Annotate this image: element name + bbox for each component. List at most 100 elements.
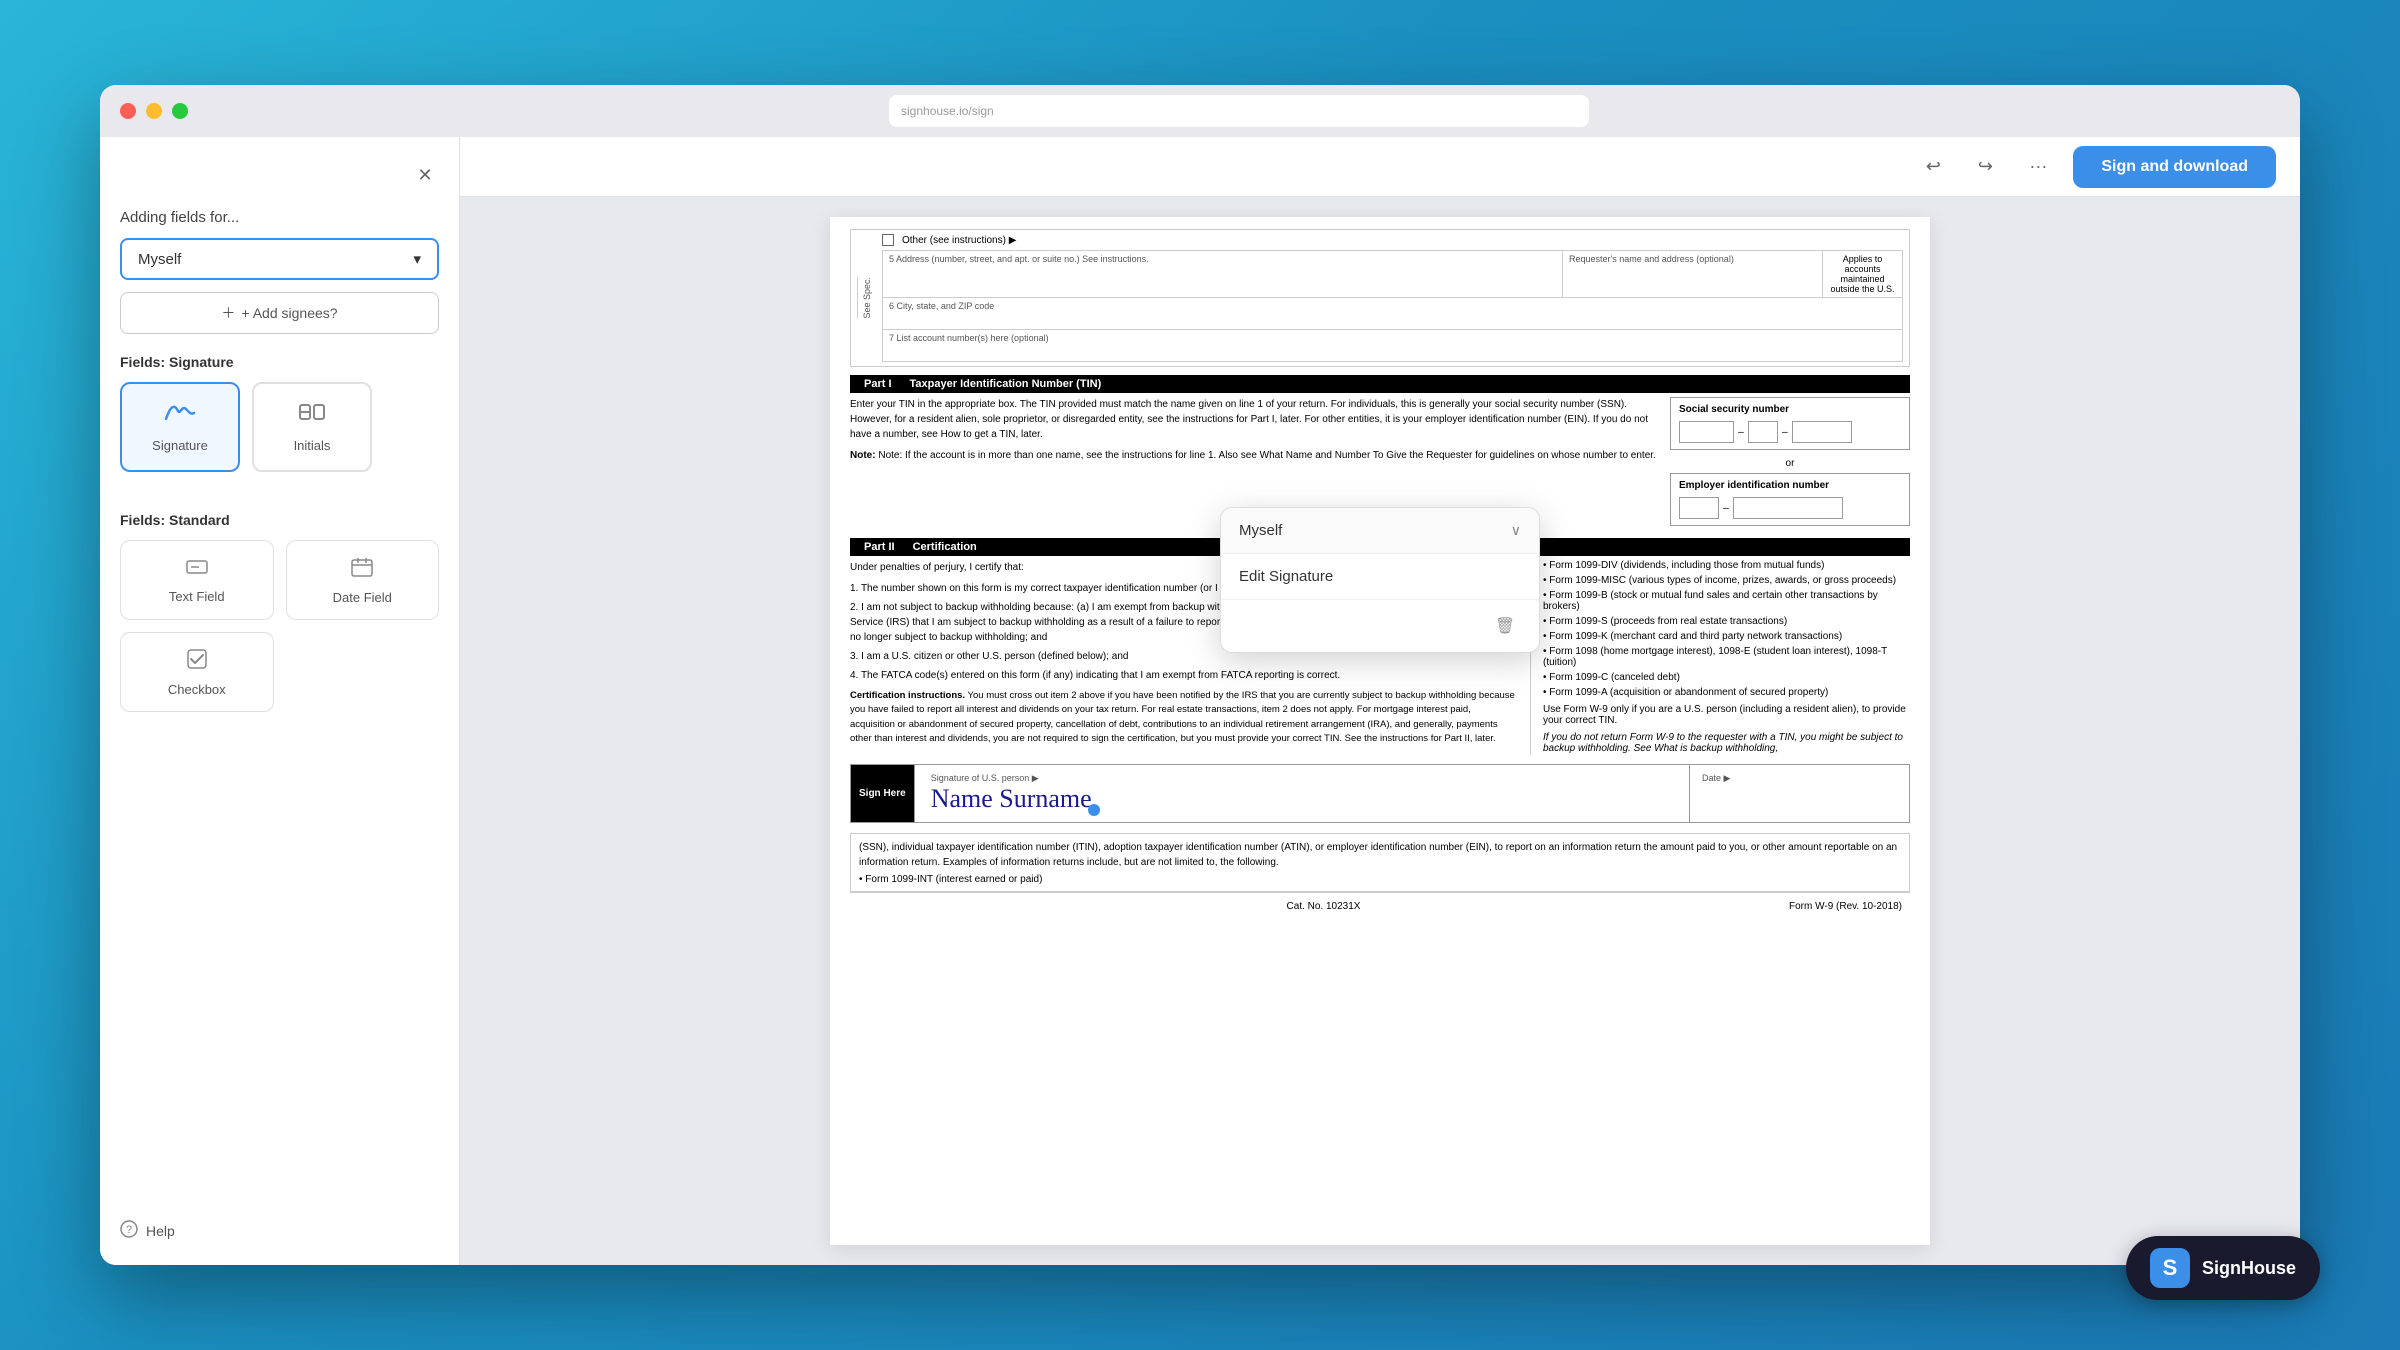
city-label: 6 City, state, and ZIP code: [889, 301, 994, 311]
part1-title: Taxpayer Identification Number (TIN): [910, 378, 1102, 390]
other-label: Other (see instructions) ▶: [902, 235, 1016, 246]
right-item-8: Use Form W-9 only if you are a U.S. pers…: [1543, 704, 1910, 726]
edit-signature-item[interactable]: Edit Signature: [1221, 554, 1539, 600]
dropdown-signee-value: Myself: [1239, 522, 1282, 539]
right-item-9: If you do not return Form W-9 to the req…: [1543, 732, 1910, 754]
sign-here-section: Sign Here Signature of U.S. person ▶ Nam…: [850, 764, 1910, 823]
adding-fields-label: Adding fields for...: [120, 209, 439, 226]
svg-text:?: ?: [126, 1224, 132, 1236]
signhouse-name: SignHouse: [2202, 1258, 2296, 1279]
ssn-label: Social security number: [1679, 404, 1901, 415]
adding-fields-section: Adding fields for... Myself ▾ ＋ + Add si…: [120, 209, 439, 334]
checkbox-label: Checkbox: [168, 682, 226, 697]
add-signees-button[interactable]: ＋ + Add signees?: [120, 292, 439, 334]
right-item-1: • Form 1099-MISC (various types of incom…: [1543, 575, 1910, 586]
signature-icon: [164, 401, 196, 430]
ssn-fields: – –: [1679, 421, 1901, 443]
ssn-field2: [1748, 421, 1778, 443]
more-options-button[interactable]: ···: [2019, 150, 2057, 183]
dropdown-popup-header: Myself ∨: [1221, 508, 1539, 554]
part2-title: Certification: [913, 541, 977, 553]
signature-field-button[interactable]: Signature: [120, 382, 240, 472]
sidebar-close-area: ✕: [120, 161, 439, 189]
date-field-label: Date Field: [333, 590, 392, 605]
undo-button[interactable]: ↩: [1915, 149, 1951, 185]
date-field-button[interactable]: Date Field: [286, 540, 440, 620]
ssn-dash1: –: [1738, 426, 1744, 438]
sign-download-button[interactable]: Sign and download: [2073, 146, 2276, 188]
ssn-field3: [1792, 421, 1852, 443]
ein-field2: [1733, 497, 1843, 519]
initials-icon: [298, 401, 326, 430]
ein-fields: –: [1679, 497, 1901, 519]
requester-label: Requester's name and address (optional): [1569, 254, 1816, 264]
signature-fields-section: Fields: Signature Signature: [120, 354, 439, 492]
right-item-0: • Form 1099-DIV (dividends, including th…: [1543, 560, 1910, 571]
help-label: Help: [146, 1223, 175, 1239]
below-sign-section: (SSN), individual taxpayer identificatio…: [850, 833, 1910, 892]
date-area: Date ▶: [1689, 765, 1909, 822]
date-field-icon: [350, 556, 374, 584]
right-item-7: • Form 1099-A (acquisition or abandonmen…: [1543, 687, 1910, 698]
signature-field-label: Signature: [152, 438, 208, 453]
date-label: Date ▶: [1702, 773, 1897, 784]
checkbox-button[interactable]: Checkbox: [120, 632, 274, 712]
other-checkbox[interactable]: [882, 234, 894, 246]
traffic-maximize[interactable]: [172, 103, 188, 119]
checkbox-icon: [186, 648, 208, 676]
cert-item-4: 4. The FATCA code(s) entered on this for…: [850, 668, 1518, 683]
catalog-no: Cat. No. 10231X: [1287, 901, 1361, 912]
note-bold: Note:: [850, 450, 876, 461]
catalog-line: Cat. No. 10231X Form W-9 (Rev. 10-2018): [850, 892, 1910, 920]
sidebar: ✕ Adding fields for... Myself ▾ ＋ + Add …: [100, 137, 460, 1265]
standard-fields-section: Fields: Standard Text Field: [120, 512, 439, 712]
right-item-6: • Form 1099-C (canceled debt): [1543, 672, 1910, 683]
delete-signature-button[interactable]: 🗑: [1489, 610, 1521, 642]
address-label: 5 Address (number, street, and apt. or s…: [889, 254, 1556, 264]
ssn-dash2: –: [1782, 426, 1788, 438]
form-name: Form W-9 (Rev. 10-2018): [1789, 901, 1902, 912]
ein-dash: –: [1723, 502, 1729, 514]
signature-section-label: Fields: Signature: [120, 354, 439, 370]
toolbar: ↩ ↪ ··· Sign and download: [460, 137, 2300, 197]
address-field: 5 Address (number, street, and apt. or s…: [882, 250, 1563, 298]
see-spec-label: See Spec.: [857, 277, 872, 319]
document-area[interactable]: See Spec. Other (see instructions) ▶ 5 A…: [460, 197, 2300, 1265]
part1-header: Part I Taxpayer Identification Number (T…: [850, 375, 1910, 393]
help-section[interactable]: ? Help: [120, 1220, 439, 1241]
traffic-close[interactable]: [120, 103, 136, 119]
ssn-section: Social security number – –: [1670, 397, 1910, 450]
document-page: See Spec. Other (see instructions) ▶ 5 A…: [830, 217, 1930, 1245]
part1-right: Social security number – –: [1670, 397, 1910, 526]
redo-button[interactable]: ↪: [1967, 149, 2003, 185]
applies-text: Applies to accounts maintained outside t…: [1823, 250, 1903, 298]
ein-section: Employer identification number –: [1670, 473, 1910, 526]
right-item-3: • Form 1099-S (proceeds from real estate…: [1543, 616, 1910, 627]
text-field-button[interactable]: Text Field: [120, 540, 274, 620]
account-field: 7 List account number(s) here (optional): [882, 330, 1903, 362]
city-field: 6 City, state, and ZIP code: [882, 298, 1903, 330]
signee-dropdown[interactable]: Myself ▾: [120, 238, 439, 280]
signature-area[interactable]: Signature of U.S. person ▶ Name Surname: [914, 765, 1689, 822]
cert-instructions: Certification instructions. You must cro…: [850, 689, 1518, 746]
traffic-minimize[interactable]: [146, 103, 162, 119]
initials-field-button[interactable]: Initials: [252, 382, 372, 472]
browser-urlbar[interactable]: signhouse.io/sign: [889, 95, 1589, 127]
browser-window: signhouse.io/sign ✕ Adding fields for...…: [100, 85, 2300, 1265]
sign-here-sub-label: Signature of U.S. person ▶: [931, 773, 1673, 784]
other-checkbox-row: Other (see instructions) ▶: [882, 234, 1903, 246]
close-sidebar-button[interactable]: ✕: [411, 161, 439, 189]
standard-section-label: Fields: Standard: [120, 512, 439, 528]
note-text: Note: Note: If the account is in more th…: [850, 448, 1658, 463]
standard-fields-group: Text Field Date Field: [120, 540, 439, 712]
part2-right: • Form 1099-DIV (dividends, including th…: [1530, 560, 1910, 754]
right-item-2: • Form 1099-B (stock or mutual fund sale…: [1543, 590, 1910, 612]
signature-handle[interactable]: [1088, 804, 1100, 816]
delete-icon: 🗑: [1495, 616, 1515, 636]
ein-field1: [1679, 497, 1719, 519]
plus-icon: ＋: [221, 303, 235, 323]
lower-left: (SSN), individual taxpayer identificatio…: [850, 833, 1910, 892]
redo-icon: ↪: [1978, 156, 1993, 177]
chevron-down-icon: ▾: [413, 250, 421, 268]
signhouse-badge: S SignHouse: [2126, 1236, 2320, 1300]
